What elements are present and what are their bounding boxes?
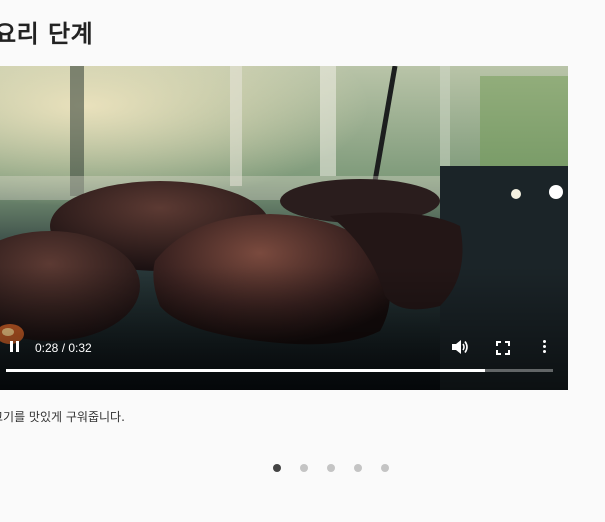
video-progress-bar[interactable] bbox=[6, 369, 553, 372]
more-vert-icon bbox=[543, 340, 546, 343]
pagination-dot-5[interactable] bbox=[381, 464, 389, 472]
pagination-dot-2[interactable] bbox=[300, 464, 308, 472]
more-options-button[interactable] bbox=[541, 339, 549, 355]
time-display: 0:28 / 0:32 bbox=[35, 341, 92, 355]
section-title: 요리 단계 bbox=[0, 20, 94, 48]
fullscreen-button[interactable] bbox=[496, 340, 510, 355]
video-progress-fill bbox=[6, 369, 485, 372]
pause-button[interactable] bbox=[8, 340, 22, 354]
more-vert-icon-dot bbox=[543, 350, 546, 353]
fullscreen-icon bbox=[496, 341, 510, 355]
pause-icon-bar-right bbox=[16, 341, 19, 352]
pagination-dot-4[interactable] bbox=[354, 464, 362, 472]
step-caption: 고기를 맛있게 구워줍니다. bbox=[0, 410, 125, 424]
more-vert-icon-dot bbox=[543, 345, 546, 348]
video-controls: 0:28 / 0:32 bbox=[0, 330, 568, 390]
pagination-dots bbox=[273, 464, 389, 472]
pause-icon-bar-left bbox=[10, 341, 13, 352]
pagination-dot-1[interactable] bbox=[273, 464, 281, 472]
pagination-dot-3[interactable] bbox=[327, 464, 335, 472]
volume-icon bbox=[452, 340, 468, 354]
volume-button[interactable] bbox=[451, 339, 469, 355]
